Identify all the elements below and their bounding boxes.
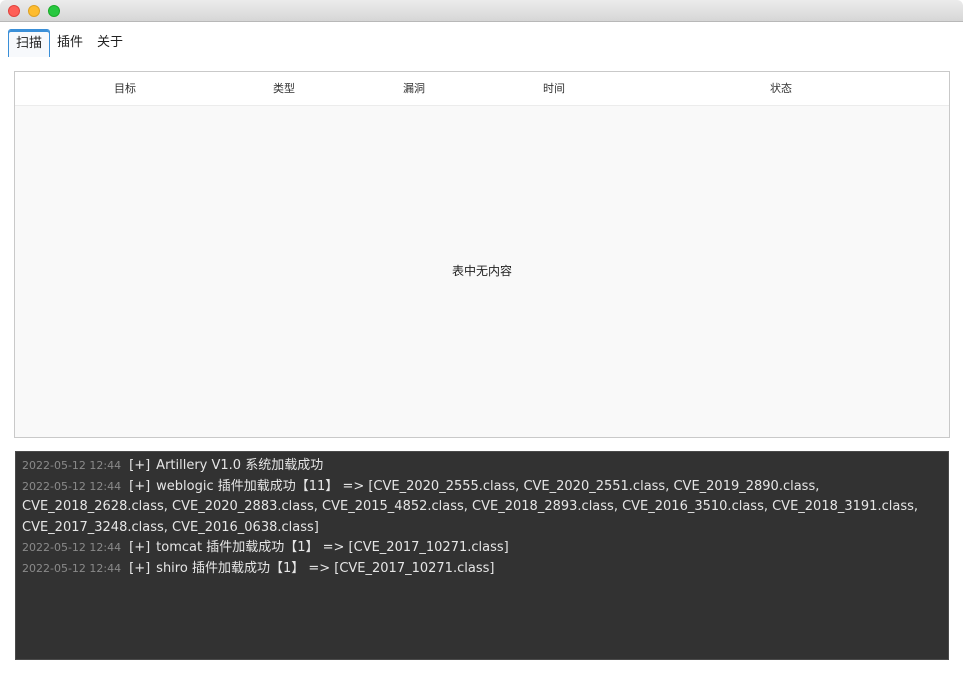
tab-scan[interactable]: 扫描 — [8, 29, 51, 57]
log-entry: 2022-05-12 12:44 [+] Artillery V1.0 系统加载成功 — [22, 456, 942, 477]
log-timestamp: 2022-05-12 12:44 — [22, 541, 122, 554]
title-bar[interactable] — [0, 0, 963, 22]
log-timestamp: 2022-05-12 12:44 — [22, 459, 122, 472]
log-entry: 2022-05-12 12:44 [+] shiro 插件加载成功【1】 => [C… — [22, 559, 942, 580]
results-table[interactable]: 目标 类型 漏洞 时间 状态 表中无内容 — [14, 71, 950, 438]
log-tag: [+] — [129, 478, 151, 494]
log-timestamp: 2022-05-12 12:44 — [22, 479, 122, 493]
log-timestamp: 2022-05-12 12:44 — [22, 561, 122, 575]
table-empty-placeholder: 表中无内容 — [451, 264, 512, 278]
log-tag: [+] — [129, 540, 151, 555]
table-header: 目标 类型 漏洞 时间 状态 — [15, 72, 949, 106]
log-message: tomcat 插件加载成功【1】 => [CVE_2017_10271.clas… — [156, 540, 509, 555]
log-message: Artillery V1.0 系统加载成功 — [156, 458, 324, 473]
log-message: shiro 插件加载成功【1】 => [CVE_2017_10271.class… — [156, 560, 495, 576]
column-header-vulnerability[interactable]: 漏洞 — [333, 72, 495, 106]
app-window: 扫描 插件 关于 目标 类型 漏洞 时间 状态 表中无内容 2022-05-12… — [0, 0, 963, 682]
tab-bar: 扫描 插件 关于 — [8, 29, 130, 57]
close-window-button[interactable] — [8, 5, 20, 17]
log-tag: [+] — [129, 458, 151, 473]
column-header-time[interactable]: 时间 — [495, 72, 613, 106]
column-header-type[interactable]: 类型 — [235, 72, 333, 106]
column-header-status[interactable]: 状态 — [613, 72, 949, 106]
tab-plugins[interactable]: 插件 — [50, 29, 90, 57]
log-entry: 2022-05-12 12:44 [+] weblogic 插件加载成功【11】 =… — [22, 477, 942, 539]
log-message: weblogic 插件加载成功【11】 => [CVE_2020_2555.cl… — [22, 478, 918, 535]
log-entry: 2022-05-12 12:44 [+] tomcat 插件加载成功【1】 => [… — [22, 538, 942, 559]
log-tag: [+] — [129, 560, 151, 576]
log-console[interactable]: 2022-05-12 12:44 [+] Artillery V1.0 系统加载成功… — [15, 451, 949, 660]
minimize-window-button[interactable] — [28, 5, 40, 17]
column-header-target[interactable]: 目标 — [15, 72, 235, 106]
tab-about[interactable]: 关于 — [90, 29, 130, 57]
maximize-window-button[interactable] — [48, 5, 60, 17]
